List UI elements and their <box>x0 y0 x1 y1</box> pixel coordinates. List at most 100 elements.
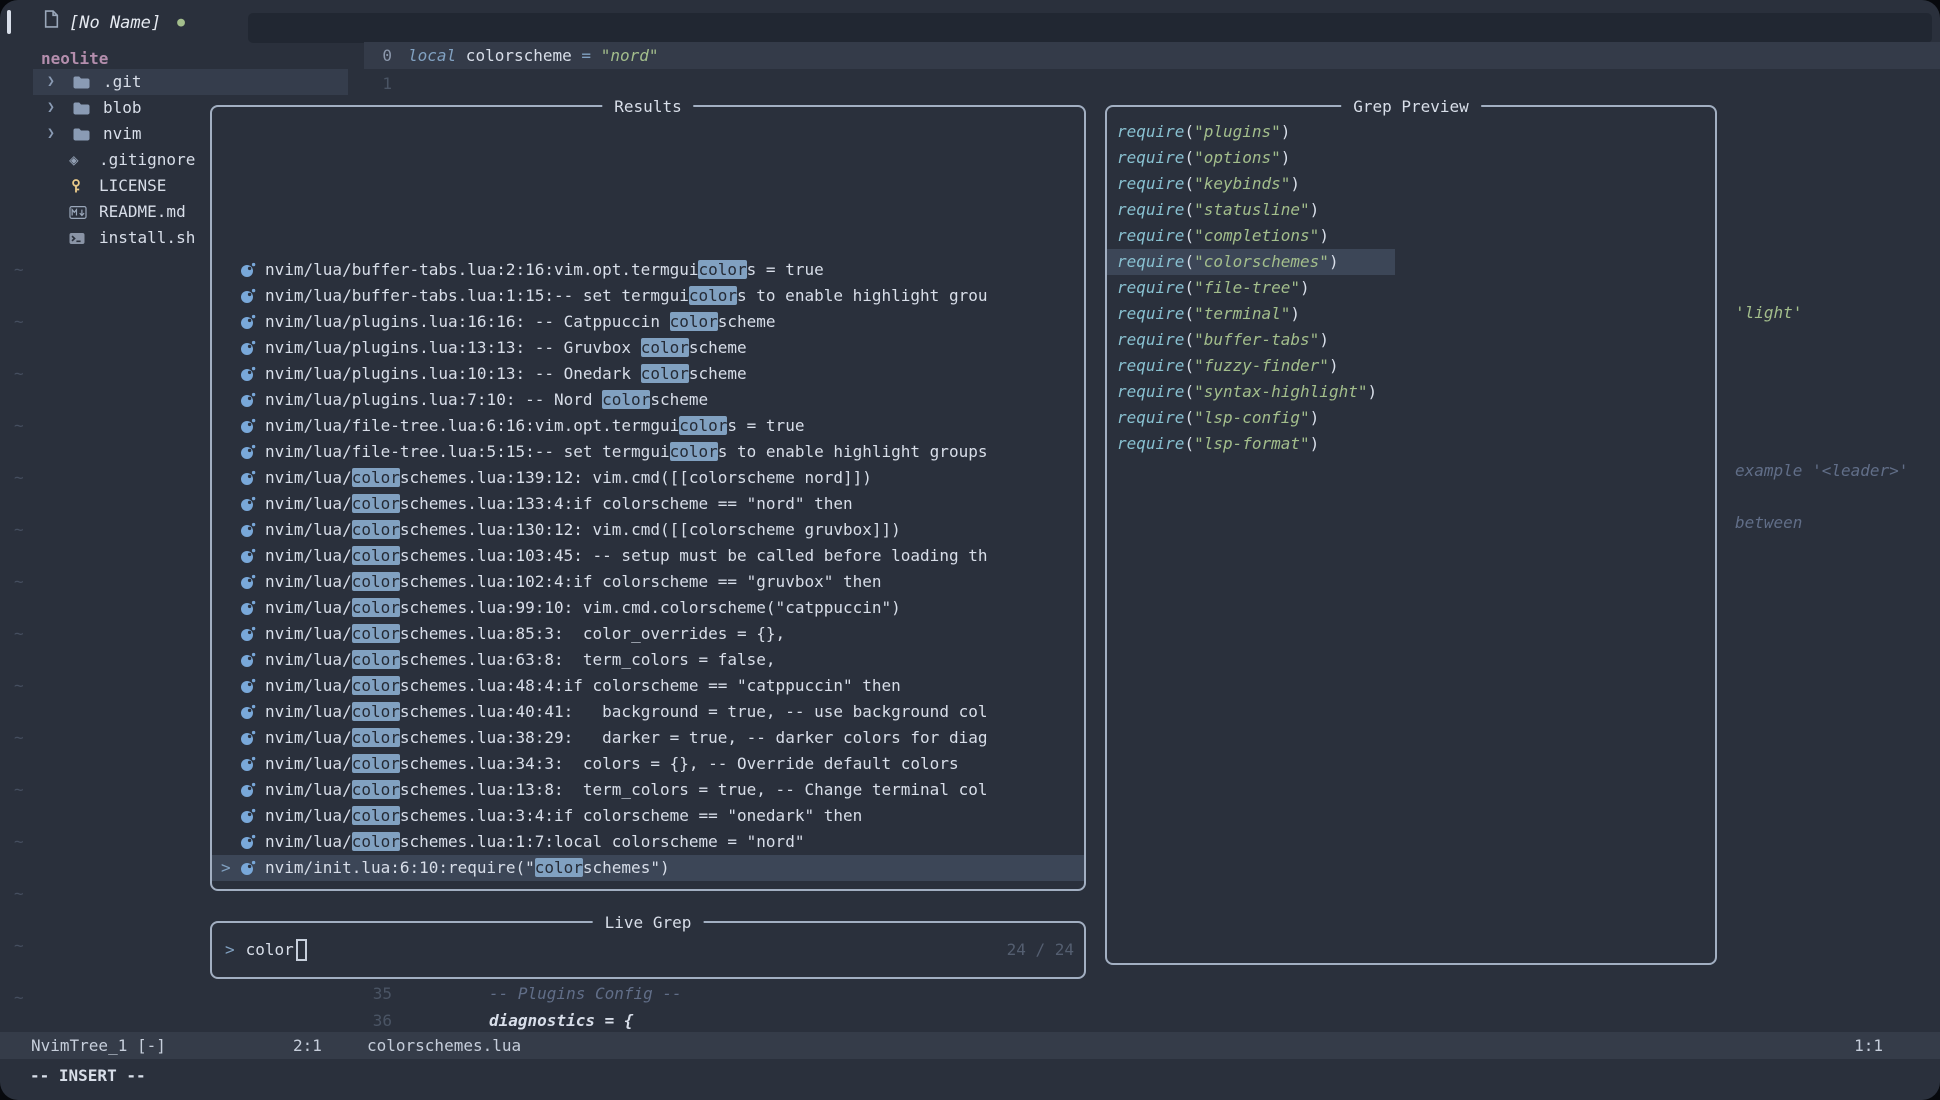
match-highlight: color <box>679 416 727 435</box>
text-cursor <box>296 939 307 961</box>
code-token: ( <box>1184 226 1194 245</box>
lua-icon <box>240 678 265 694</box>
preview-line-content: require("file-tree") <box>1107 275 1310 301</box>
search-input[interactable]: > color <box>225 937 307 963</box>
empty-line-marker: ~ <box>14 932 24 984</box>
result-text: nvim/lua/colorschemes.lua:102:4:if color… <box>265 569 882 595</box>
code-token: require <box>1117 330 1184 349</box>
result-text: nvim/lua/colorschemes.lua:139:12: vim.cm… <box>265 465 872 491</box>
result-row[interactable]: nvim/lua/colorschemes.lua:130:12: vim.cm… <box>212 517 1084 543</box>
empty-line-marker: ~ <box>14 776 24 828</box>
lua-icon <box>240 808 265 824</box>
result-row[interactable]: nvim/lua/colorschemes.lua:1:7:local colo… <box>212 829 1084 855</box>
result-row[interactable]: nvim/lua/colorschemes.lua:63:8: term_col… <box>212 647 1084 673</box>
result-row[interactable]: nvim/lua/colorschemes.lua:85:3: color_ov… <box>212 621 1084 647</box>
result-row[interactable]: nvim/lua/colorschemes.lua:48:4:if colors… <box>212 673 1084 699</box>
code-token: ( <box>1184 278 1194 297</box>
result-text: nvim/lua/plugins.lua:10:13: -- Onedark c… <box>265 361 747 387</box>
result-row[interactable]: nvim/lua/colorschemes.lua:139:12: vim.cm… <box>212 465 1084 491</box>
result-row[interactable]: nvim/lua/buffer-tabs.lua:1:15:-- set ter… <box>212 283 1084 309</box>
code-token: "terminal" <box>1194 304 1290 323</box>
mode-indicator: -- INSERT -- <box>30 1063 146 1089</box>
result-text: nvim/lua/file-tree.lua:6:16:vim.opt.term… <box>265 413 804 439</box>
buffer-tab[interactable]: [No Name] ● <box>44 8 185 38</box>
filetree-item-label: nvim <box>103 121 142 147</box>
result-row[interactable]: nvim/lua/colorschemes.lua:40:41: backgro… <box>212 699 1084 725</box>
code-token: ( <box>1184 122 1194 141</box>
filetree-item-label: README.md <box>99 199 186 225</box>
empty-line-marker: ~ <box>14 984 24 1036</box>
code-token: "statusline" <box>1194 200 1310 219</box>
match-highlight: color <box>352 754 400 773</box>
lua-icon <box>240 392 265 408</box>
match-highlight: color <box>670 312 718 331</box>
code-token: "options" <box>1194 148 1281 167</box>
code-token: require <box>1117 382 1184 401</box>
code-token: require <box>1117 408 1184 427</box>
match-highlight: color <box>352 624 400 643</box>
result-row[interactable]: nvim/lua/plugins.lua:10:13: -- Onedark c… <box>212 361 1084 387</box>
match-highlight: color <box>352 494 400 513</box>
folder-icon <box>73 76 103 89</box>
result-text: nvim/lua/colorschemes.lua:133:4:if color… <box>265 491 853 517</box>
code-token: ( <box>1184 330 1194 349</box>
statusline-cursor-position: 1:1 <box>1854 1032 1883 1059</box>
code-line-0: local colorscheme = "nord" <box>408 42 658 69</box>
preview-line: require("buffer-tabs") <box>1107 327 1715 353</box>
empty-line-marker: ~ <box>14 360 24 412</box>
preview-line: require("options") <box>1107 145 1715 171</box>
code-token: require <box>1117 434 1184 453</box>
result-row[interactable]: nvim/lua/buffer-tabs.lua:2:16:vim.opt.te… <box>212 257 1084 283</box>
match-highlight: color <box>641 338 689 357</box>
match-highlight: color <box>670 442 718 461</box>
code-token: local <box>408 46 456 65</box>
result-row[interactable]: nvim/lua/plugins.lua:13:13: -- Gruvbox c… <box>212 335 1084 361</box>
result-row[interactable]: nvim/lua/colorschemes.lua:103:45: -- set… <box>212 543 1084 569</box>
filetree-item-label: LICENSE <box>99 173 166 199</box>
code-token: "fuzzy-finder" <box>1194 356 1329 375</box>
result-row[interactable]: nvim/lua/colorschemes.lua:34:3: colors =… <box>212 751 1084 777</box>
live-grep-title: Live Grep <box>593 909 704 936</box>
result-row[interactable]: nvim/lua/colorschemes.lua:38:29: darker … <box>212 725 1084 751</box>
preview-line: require("syntax-highlight") <box>1107 379 1715 405</box>
preview-line: require("lsp-config") <box>1107 405 1715 431</box>
result-row[interactable]: nvim/lua/file-tree.lua:6:16:vim.opt.term… <box>212 413 1084 439</box>
prompt-prefix: > <box>225 937 235 963</box>
code-token: = <box>581 46 591 65</box>
preview-line-content: require("statusline") <box>1107 197 1319 223</box>
statusline-buffer-name: NvimTree_1 [-] <box>31 1032 166 1059</box>
result-row[interactable]: nvim/lua/colorschemes.lua:133:4:if color… <box>212 491 1084 517</box>
live-grep-window: Live Grep > color 24 / 24 <box>210 921 1086 979</box>
match-highlight: color <box>535 858 583 877</box>
shell-icon <box>69 232 99 245</box>
result-row[interactable]: nvim/lua/plugins.lua:7:10: -- Nord color… <box>212 387 1084 413</box>
code-token: require <box>1117 200 1184 219</box>
chevron-right-icon: ❯ <box>47 121 73 147</box>
result-text: nvim/lua/colorschemes.lua:85:3: color_ov… <box>265 621 785 647</box>
match-highlight: color <box>352 728 400 747</box>
lua-icon <box>240 262 265 278</box>
code-token: ( <box>1184 200 1194 219</box>
result-row[interactable]: >nvim/init.lua:6:10:require("colorscheme… <box>212 855 1084 881</box>
code-fragment-diagnostics: diagnostics = { <box>489 1008 634 1034</box>
preview-line-content: require("lsp-format") <box>1107 431 1319 457</box>
lua-icon <box>240 860 265 876</box>
result-row[interactable]: nvim/lua/plugins.lua:16:16: -- Catppucci… <box>212 309 1084 335</box>
empty-line-marker: ~ <box>14 308 24 360</box>
result-row[interactable]: nvim/lua/colorschemes.lua:3:4:if colorsc… <box>212 803 1084 829</box>
filetree-item-label: .git <box>103 69 142 95</box>
search-query: color <box>246 937 294 963</box>
result-row[interactable]: nvim/lua/colorschemes.lua:102:4:if color… <box>212 569 1084 595</box>
preview-line-content: require("syntax-highlight") <box>1107 379 1377 405</box>
result-row[interactable]: nvim/lua/file-tree.lua:5:15:-- set termg… <box>212 439 1084 465</box>
result-row[interactable]: nvim/lua/colorschemes.lua:99:10: vim.cmd… <box>212 595 1084 621</box>
lua-icon <box>240 314 265 330</box>
match-highlight: color <box>352 832 400 851</box>
code-token <box>591 46 601 65</box>
code-token: "nord" <box>601 46 659 65</box>
preview-line: require("plugins") <box>1107 119 1715 145</box>
result-row[interactable]: nvim/lua/colorschemes.lua:13:8: term_col… <box>212 777 1084 803</box>
code-token: require <box>1117 174 1184 193</box>
filetree-item-git[interactable]: ❯.git <box>33 69 348 95</box>
lua-icon <box>240 652 265 668</box>
